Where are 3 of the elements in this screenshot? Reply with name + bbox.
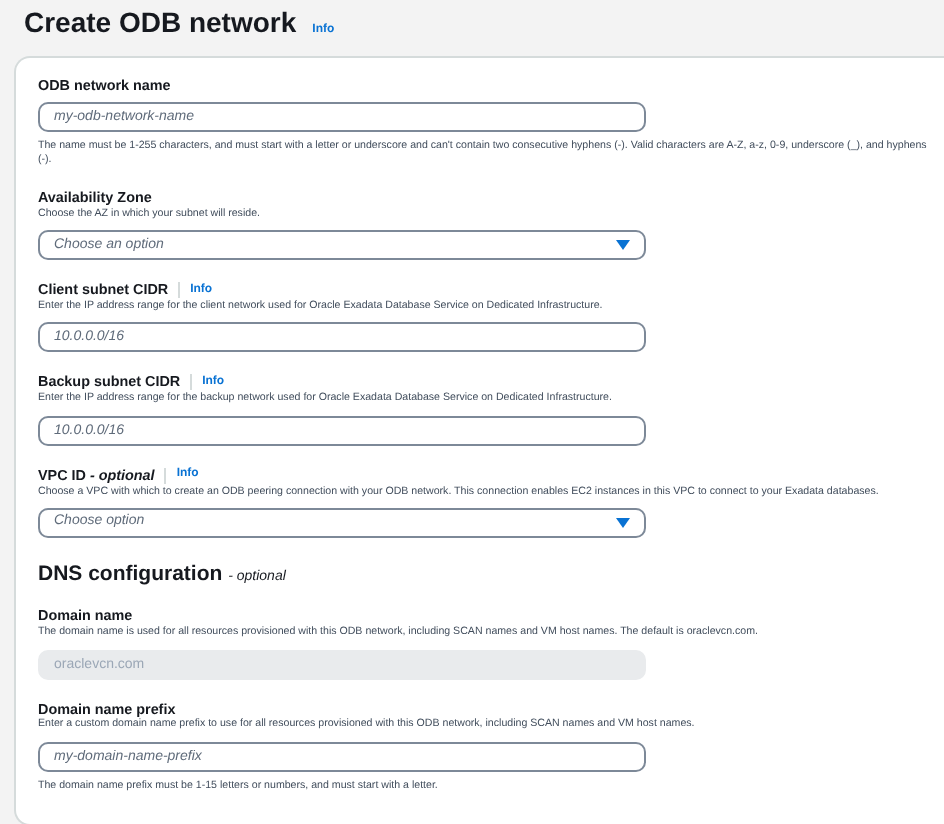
caret-icon	[616, 517, 630, 528]
page-title: Create ODB network	[24, 8, 297, 36]
caret-icon	[616, 240, 630, 251]
